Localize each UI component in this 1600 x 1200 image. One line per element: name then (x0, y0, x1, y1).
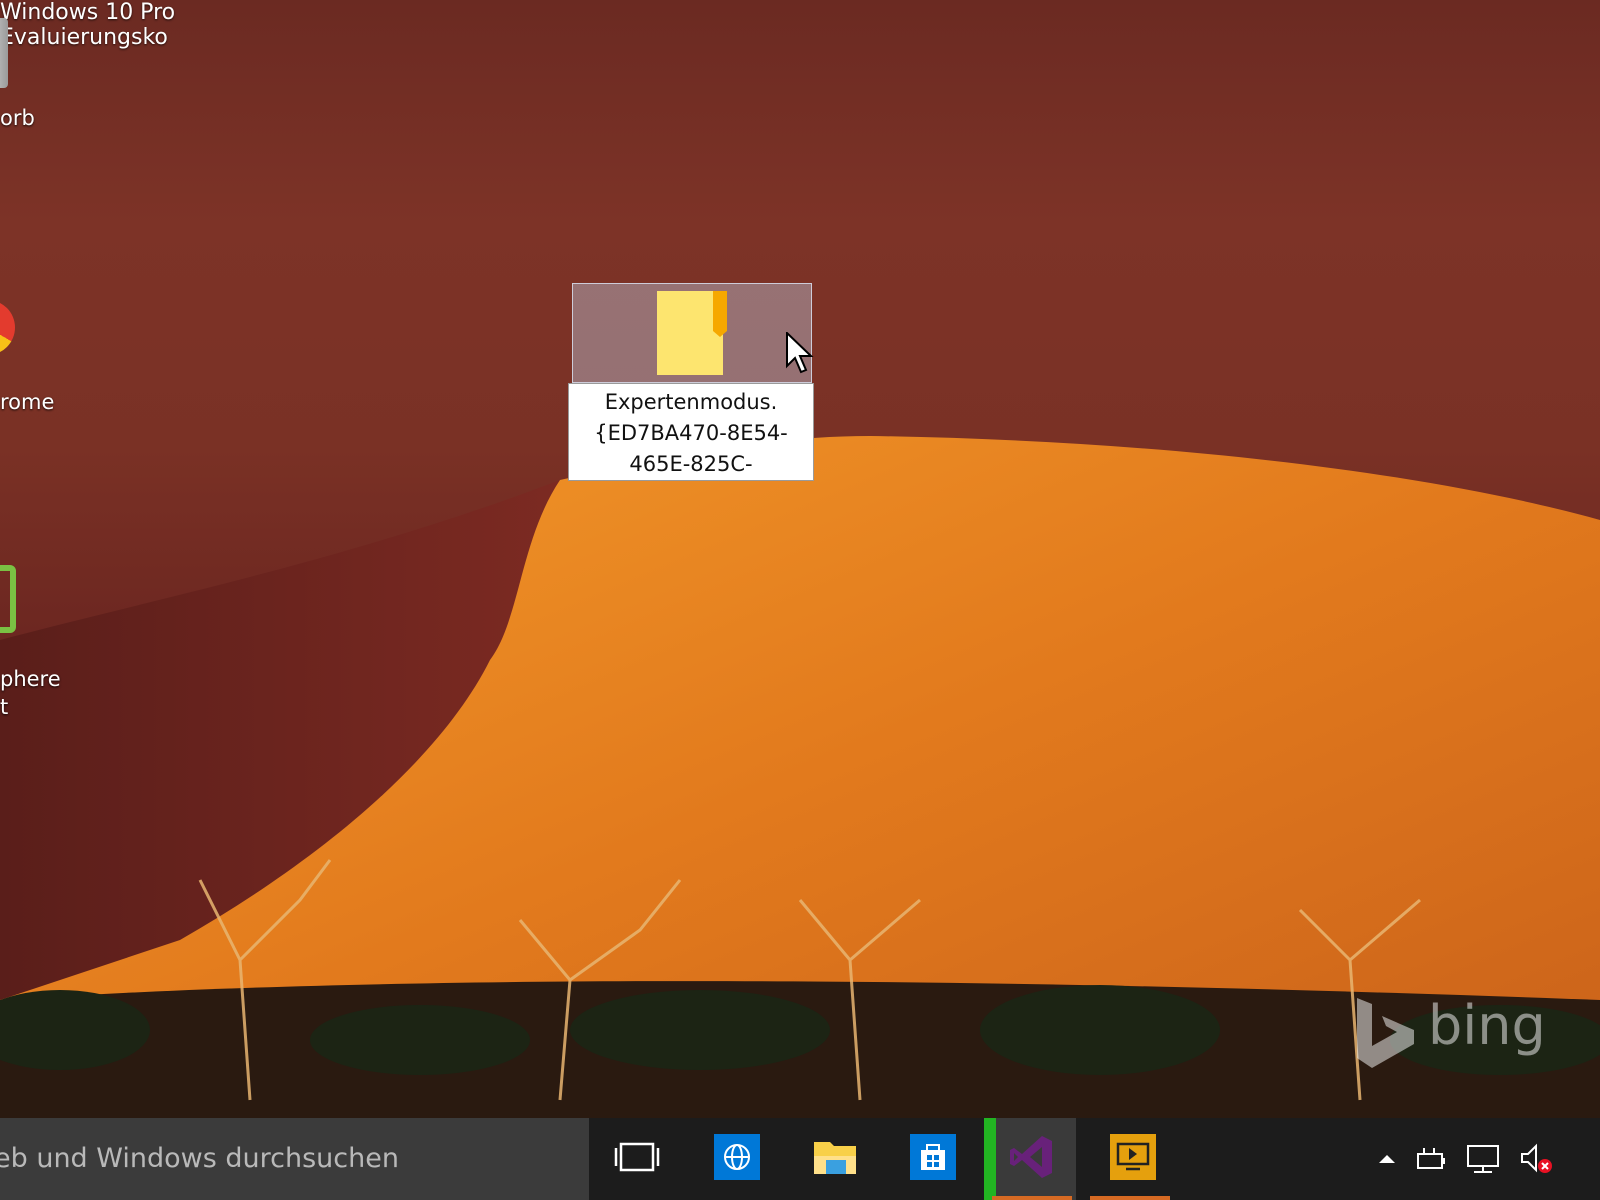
file-name-line2: {ED7BA470-8E54- (594, 421, 788, 445)
desktop-icon-label: orb (0, 106, 35, 130)
desktop-icon-label: rome (0, 390, 55, 414)
bing-b-icon (1357, 998, 1414, 1068)
desktop-icon-chrome[interactable]: rome (0, 290, 80, 420)
power-plug-icon[interactable] (1414, 1142, 1448, 1176)
chevron-up-icon[interactable] (1370, 1142, 1404, 1176)
file-explorer-button[interactable] (788, 1118, 880, 1200)
task-view-icon (614, 1142, 660, 1172)
plex-button[interactable] (1086, 1118, 1178, 1200)
search-box[interactable]: eb und Windows durchsuchen (0, 1118, 589, 1200)
desktop-background[interactable]: orb rome phere t Expertenmodus. {ED7BA47… (0, 0, 1600, 1118)
bing-wordmark: bing (1428, 994, 1546, 1057)
folder-icon (657, 291, 727, 375)
store-bag-icon (910, 1134, 956, 1180)
vsphere-icon (0, 565, 16, 633)
plex-icon (1110, 1134, 1156, 1180)
system-tray (1370, 1118, 1600, 1200)
file-name-line3: 465E-825C- (629, 452, 753, 476)
file-name-line1: Expertenmodus. (604, 390, 778, 414)
taskbar: eb und Windows durchsuchen (0, 1118, 1600, 1200)
desktop-icon-vsphere[interactable]: phere t (0, 565, 90, 725)
desktop-icon-label: phere (0, 667, 61, 691)
globe-icon (714, 1134, 760, 1180)
visual-studio-icon (1010, 1136, 1052, 1178)
desktop-icon-expertenmodus[interactable]: Expertenmodus. {ED7BA470-8E54- 465E-825C… (568, 283, 814, 483)
dune-wallpaper (0, 436, 1600, 1118)
visual-studio-button[interactable] (984, 1118, 1076, 1200)
store-button[interactable] (886, 1118, 978, 1200)
network-icon[interactable] (1466, 1142, 1500, 1176)
desktop-icon-recycle-bin[interactable]: orb (0, 18, 80, 138)
mouse-pointer-icon (786, 332, 814, 374)
speaker-muted-icon[interactable] (1520, 1142, 1554, 1176)
file-explorer-folder-icon (814, 1142, 856, 1174)
search-placeholder: eb und Windows durchsuchen (0, 1143, 399, 1174)
internet-explorer-button[interactable] (690, 1118, 782, 1200)
recycle-bin-icon (0, 18, 8, 88)
task-view-button[interactable] (590, 1118, 682, 1200)
bing-logo: bing (1352, 994, 1600, 1068)
chrome-icon (0, 300, 15, 355)
desktop-icon-label-line2: t (0, 695, 9, 719)
file-name-edit-box[interactable]: Expertenmodus. {ED7BA470-8E54- 465E-825C… (568, 383, 814, 481)
